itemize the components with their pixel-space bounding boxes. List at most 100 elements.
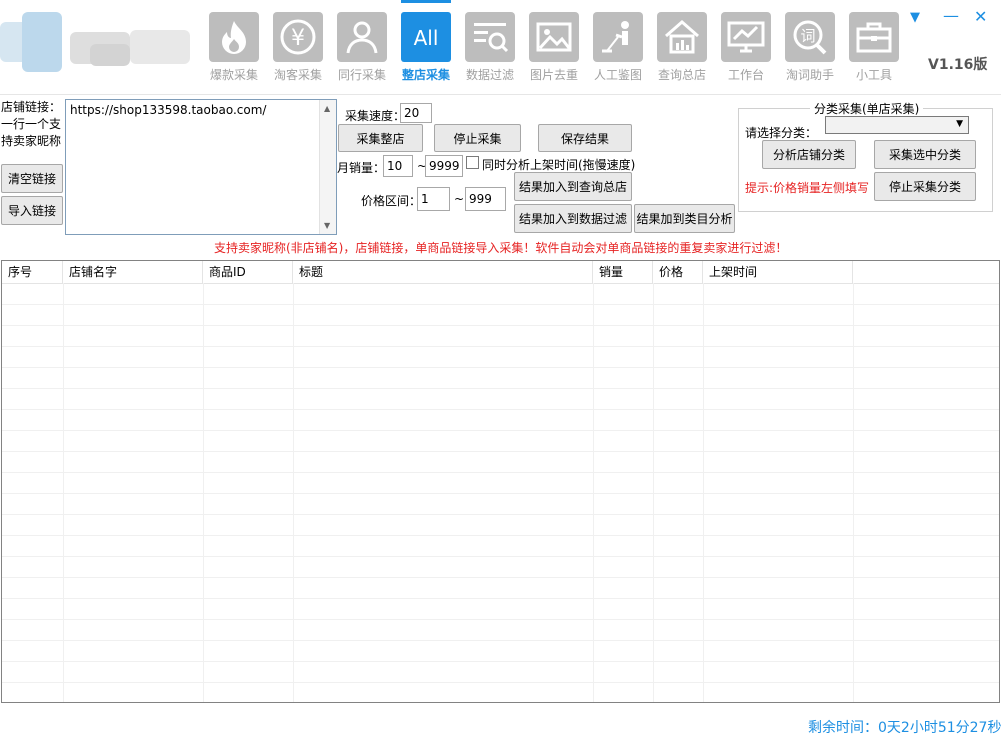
table-row-line [2,619,999,620]
table-row-line [2,535,999,536]
nav-item-label: 淘客采集 [273,68,322,82]
nav-item[interactable]: 小工具 [847,12,901,86]
textarea-scrollbar[interactable]: ▲ ▼ [319,100,336,234]
table-row-line [2,472,999,473]
scroll-up-icon[interactable]: ▲ [324,104,330,113]
category-select[interactable]: ▼ [825,116,969,134]
minimize-button[interactable]: — [943,6,959,25]
category-group-title: 分类采集(单店采集) [810,100,924,117]
word-search-icon: 词 [785,12,835,62]
speed-input[interactable]: 20 [400,103,432,123]
nav-item-label: 工作台 [727,68,764,82]
select-category-label: 请选择分类： [745,126,818,140]
image-icon [529,12,579,62]
table-row-line [2,514,999,515]
collect-selected-category-button[interactable]: 采集选中分类 [874,140,976,169]
stop-category-collect-button[interactable]: 停止采集分类 [874,172,976,201]
nav-item-label: 图片去重 [529,68,578,82]
price-min-input[interactable]: 1 [417,187,450,211]
nav-item-label: 查询总店 [657,68,706,82]
results-table[interactable]: 序号 店铺名字 商品ID 标题 销量 价格 上架时间 [1,260,1000,703]
column-header-item-id[interactable]: 商品ID [203,261,293,283]
column-header-title[interactable]: 标题 [293,261,593,283]
table-row-line [2,640,999,641]
column-header-shop-name[interactable]: 店铺名字 [63,261,203,283]
stop-collect-button[interactable]: 停止采集 [434,124,521,152]
svg-text:All: All [414,26,439,50]
analyze-shop-category-button[interactable]: 分析店铺分类 [762,140,856,169]
monthly-sales-label: 月销量： [337,161,386,175]
flame-icon [209,12,259,62]
chevron-down-icon[interactable]: ▼ [956,119,963,129]
svg-text:词: 词 [800,27,815,45]
column-header-price[interactable]: 价格 [653,261,703,283]
nav-item[interactable]: ¥ 淘客采集 [271,12,325,86]
shop-links-textarea[interactable]: https://shop133598.taobao.com/ ▲ ▼ [65,99,337,235]
nav-item-label: 整店采集 [401,68,450,82]
nav-item[interactable]: 图片去重 [527,12,581,86]
nav-item[interactable]: 同行采集 [335,12,389,86]
table-header: 序号 店铺名字 商品ID 标题 销量 价格 上架时间 [2,261,999,284]
nav-item-label: 同行采集 [337,68,386,82]
nav-item[interactable]: 词淘词助手 [783,12,837,86]
all-text-icon: All [401,12,451,62]
table-row-line [2,598,999,599]
add-to-category-analysis-button[interactable]: 结果加到类目分析 [634,204,735,233]
yuan-coin-icon: ¥ [273,12,323,62]
nav-item[interactable]: All 整店采集 [399,12,453,86]
nav-item[interactable]: 数据过滤 [463,12,517,86]
nav-item[interactable]: 查询总店 [655,12,709,86]
add-to-query-shop-button[interactable]: 结果加入到查询总店 [514,172,632,201]
clear-links-button[interactable]: 清空链接 [1,164,63,193]
table-row-line [2,682,999,683]
scroll-down-icon[interactable]: ▼ [324,221,330,230]
header-divider [0,94,1001,95]
price-range-label: 价格区间： [361,194,422,208]
table-row-line [2,577,999,578]
column-header-sales[interactable]: 销量 [593,261,653,283]
dropdown-icon[interactable]: ▼ [910,10,920,25]
price-sales-hint: 提示:价格销量左侧填写 [745,181,870,195]
column-header-listing-time[interactable]: 上架时间 [703,261,853,283]
nav-item-label: 淘词助手 [785,68,834,82]
house-chart-icon [657,12,707,62]
speed-label: 采集速度： [345,109,406,123]
cleaner-person-icon [593,12,643,62]
table-row-line [2,661,999,662]
remaining-time: 剩余时间：0天2小时51分27秒 [808,720,1001,736]
add-to-data-filter-button[interactable]: 结果加入到数据过滤 [514,204,632,233]
nav-item-label: 数据过滤 [465,68,514,82]
table-row-line [2,367,999,368]
close-button[interactable]: ✕ [974,7,987,26]
nav-item-label: 爆款采集 [209,68,258,82]
analyze-time-label: 同时分析上架时间(拖慢速度) [482,158,636,172]
svg-text:¥: ¥ [291,26,305,51]
active-tab-indicator [401,0,451,3]
import-notice: 支持卖家昵称(非店铺名)，店铺链接，单商品链接导入采集！软件自动会对单商品链接的… [214,241,788,255]
collect-shop-button[interactable]: 采集整店 [338,124,423,152]
version-label: V1.16版 [928,57,988,73]
column-header-index[interactable]: 序号 [2,261,63,283]
sales-max-input[interactable]: 9999 [425,155,463,177]
nav-item[interactable]: 工作台 [719,12,773,86]
nav-item[interactable]: 爆款采集 [207,12,261,86]
analyze-time-checkbox[interactable] [466,156,479,169]
table-row-line [2,325,999,326]
table-row-line [2,430,999,431]
table-row-line [2,493,999,494]
import-links-button[interactable]: 导入链接 [1,196,63,225]
shop-links-value: https://shop133598.taobao.com/ [70,103,267,117]
price-range-tilde: ~ [454,192,465,206]
monitor-chart-icon [721,12,771,62]
price-max-input[interactable]: 999 [465,187,506,211]
filter-search-icon [465,12,515,62]
table-row-line [2,346,999,347]
shop-link-label: 店铺链接：一行一个支持卖家昵称 [1,100,62,148]
person-icon [337,12,387,62]
sales-min-input[interactable]: 10 [383,155,413,177]
table-row-line [2,451,999,452]
nav-item[interactable]: 人工鉴图 [591,12,645,86]
nav-item-label: 小工具 [855,68,892,82]
save-results-button[interactable]: 保存结果 [538,124,632,152]
table-row-line [2,388,999,389]
